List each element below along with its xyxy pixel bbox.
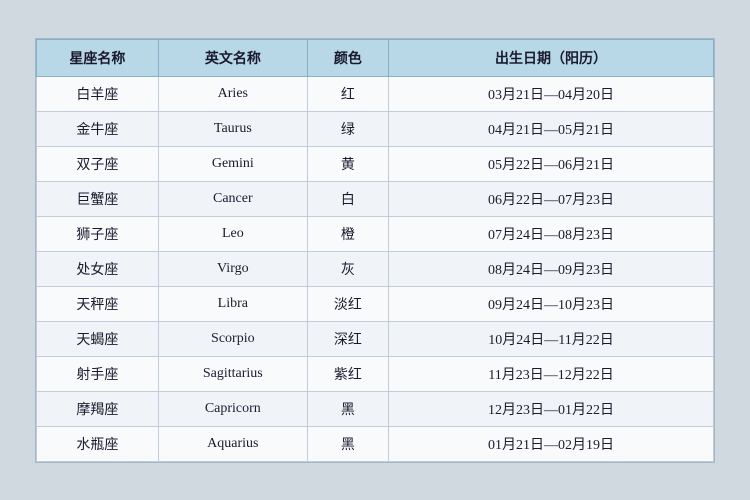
cell-english: Virgo	[158, 251, 307, 286]
table-header-row: 星座名称 英文名称 颜色 出生日期（阳历）	[37, 39, 714, 76]
header-chinese: 星座名称	[37, 39, 159, 76]
table-row: 狮子座Leo橙07月24日—08月23日	[37, 216, 714, 251]
cell-chinese: 处女座	[37, 251, 159, 286]
cell-color: 紫红	[307, 356, 388, 391]
cell-english: Taurus	[158, 111, 307, 146]
cell-color: 绿	[307, 111, 388, 146]
cell-chinese: 天秤座	[37, 286, 159, 321]
cell-date: 06月22日—07月23日	[389, 181, 714, 216]
cell-chinese: 狮子座	[37, 216, 159, 251]
cell-chinese: 摩羯座	[37, 391, 159, 426]
cell-date: 10月24日—11月22日	[389, 321, 714, 356]
cell-color: 深红	[307, 321, 388, 356]
cell-english: Aquarius	[158, 426, 307, 461]
table-body: 白羊座Aries红03月21日—04月20日金牛座Taurus绿04月21日—0…	[37, 76, 714, 461]
cell-color: 白	[307, 181, 388, 216]
table-row: 巨蟹座Cancer白06月22日—07月23日	[37, 181, 714, 216]
cell-chinese: 天蝎座	[37, 321, 159, 356]
cell-english: Aries	[158, 76, 307, 111]
cell-color: 灰	[307, 251, 388, 286]
cell-date: 09月24日—10月23日	[389, 286, 714, 321]
cell-color: 红	[307, 76, 388, 111]
cell-color: 黄	[307, 146, 388, 181]
table-row: 摩羯座Capricorn黑12月23日—01月22日	[37, 391, 714, 426]
cell-english: Libra	[158, 286, 307, 321]
cell-color: 淡红	[307, 286, 388, 321]
cell-chinese: 巨蟹座	[37, 181, 159, 216]
cell-english: Gemini	[158, 146, 307, 181]
table-row: 射手座Sagittarius紫红11月23日—12月22日	[37, 356, 714, 391]
table-row: 白羊座Aries红03月21日—04月20日	[37, 76, 714, 111]
table-row: 天蝎座Scorpio深红10月24日—11月22日	[37, 321, 714, 356]
cell-date: 01月21日—02月19日	[389, 426, 714, 461]
cell-chinese: 金牛座	[37, 111, 159, 146]
cell-color: 黑	[307, 391, 388, 426]
cell-chinese: 射手座	[37, 356, 159, 391]
cell-date: 05月22日—06月21日	[389, 146, 714, 181]
cell-date: 12月23日—01月22日	[389, 391, 714, 426]
cell-date: 07月24日—08月23日	[389, 216, 714, 251]
table-row: 处女座Virgo灰08月24日—09月23日	[37, 251, 714, 286]
cell-english: Cancer	[158, 181, 307, 216]
table-row: 双子座Gemini黄05月22日—06月21日	[37, 146, 714, 181]
cell-english: Scorpio	[158, 321, 307, 356]
cell-chinese: 白羊座	[37, 76, 159, 111]
zodiac-table: 星座名称 英文名称 颜色 出生日期（阳历） 白羊座Aries红03月21日—04…	[36, 39, 714, 462]
table-row: 天秤座Libra淡红09月24日—10月23日	[37, 286, 714, 321]
header-date: 出生日期（阳历）	[389, 39, 714, 76]
cell-color: 橙	[307, 216, 388, 251]
header-color: 颜色	[307, 39, 388, 76]
zodiac-table-container: 星座名称 英文名称 颜色 出生日期（阳历） 白羊座Aries红03月21日—04…	[35, 38, 715, 463]
cell-date: 03月21日—04月20日	[389, 76, 714, 111]
cell-date: 11月23日—12月22日	[389, 356, 714, 391]
table-row: 金牛座Taurus绿04月21日—05月21日	[37, 111, 714, 146]
table-row: 水瓶座Aquarius黑01月21日—02月19日	[37, 426, 714, 461]
cell-english: Leo	[158, 216, 307, 251]
header-english: 英文名称	[158, 39, 307, 76]
cell-english: Sagittarius	[158, 356, 307, 391]
cell-chinese: 双子座	[37, 146, 159, 181]
cell-color: 黑	[307, 426, 388, 461]
cell-date: 08月24日—09月23日	[389, 251, 714, 286]
cell-english: Capricorn	[158, 391, 307, 426]
cell-chinese: 水瓶座	[37, 426, 159, 461]
cell-date: 04月21日—05月21日	[389, 111, 714, 146]
